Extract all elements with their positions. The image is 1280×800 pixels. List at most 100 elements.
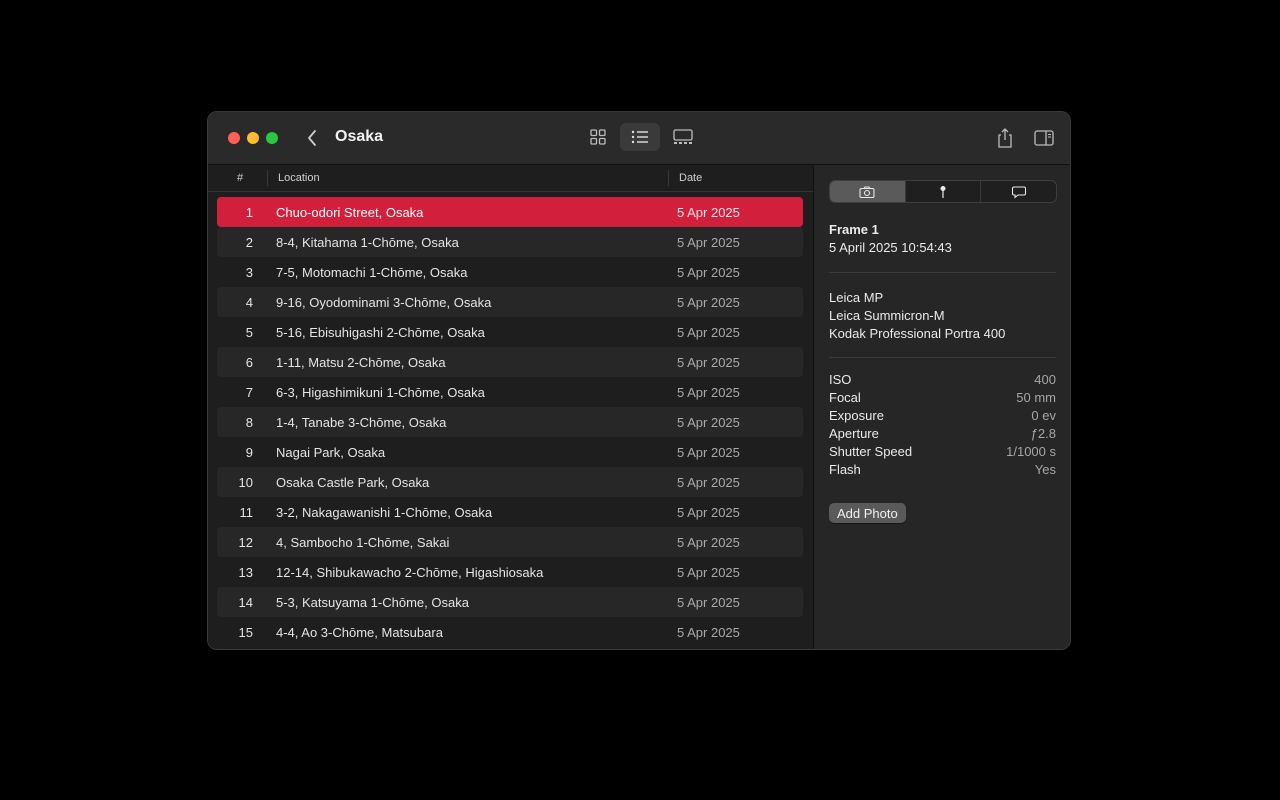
- list-rows: 1 Chuo-odori Street, Osaka 5 Apr 2025 2 8-4,…: [217, 197, 803, 647]
- table-row[interactable]: 9 Nagai Park, Osaka 5 Apr 2025: [217, 437, 803, 467]
- table-row[interactable]: 12 4, Sambocho 1-Chōme, Sakai 5 Apr 2025: [217, 527, 803, 557]
- column-header-number[interactable]: #: [237, 172, 243, 184]
- table-row[interactable]: 2 8-4, Kitahama 1-Chōme, Osaka 5 Apr 2025: [217, 227, 803, 257]
- row-date: 5 Apr 2025: [677, 505, 740, 520]
- list-view-button[interactable]: [620, 123, 660, 151]
- table-row[interactable]: 11 3-2, Nakagawanishi 1-Chōme, Osaka 5 Apr…: [217, 497, 803, 527]
- exif-value: 1/1000 s: [1006, 444, 1056, 459]
- row-number: 1: [245, 205, 253, 220]
- exif-key: Focal: [829, 390, 861, 405]
- row-location: 6-3, Higashimikuni 1-Chōme, Osaka: [276, 385, 485, 400]
- row-date: 5 Apr 2025: [677, 265, 740, 280]
- row-date: 5 Apr 2025: [677, 205, 740, 220]
- grid-icon: [590, 129, 606, 145]
- row-location: 1-4, Tanabe 3-Chōme, Osaka: [276, 415, 447, 430]
- window-title: Osaka: [335, 128, 384, 145]
- exif-value: ƒ2.8: [1030, 426, 1056, 441]
- row-number: 2: [245, 235, 253, 250]
- column-header-location[interactable]: Location: [278, 172, 320, 184]
- gallery-icon: [673, 129, 693, 144]
- pin-icon: [940, 185, 946, 198]
- exif-key: Exposure: [829, 408, 884, 423]
- minimize-button[interactable]: [247, 132, 259, 144]
- row-date: 5 Apr 2025: [677, 565, 740, 580]
- column-header-date[interactable]: Date: [679, 172, 702, 184]
- row-location: 5-16, Ebisuhigashi 2-Chōme, Osaka: [276, 325, 485, 340]
- gallery-view-button[interactable]: [663, 123, 703, 151]
- chevron-left-icon: [308, 130, 316, 146]
- row-location: Osaka Castle Park, Osaka: [276, 475, 430, 490]
- exif-row: Exposure 0 ev: [829, 408, 1056, 426]
- row-number: 14: [238, 595, 253, 610]
- column-separator[interactable]: [267, 170, 268, 186]
- row-location: 9-16, Oyodominami 3-Chōme, Osaka: [276, 295, 492, 310]
- add-photo-button[interactable]: Add Photo: [829, 503, 906, 523]
- row-number: 5: [245, 325, 253, 340]
- row-location: 4-4, Ao 3-Chōme, Matsubara: [276, 625, 443, 640]
- exif-key: Flash: [829, 462, 861, 477]
- exif-key: Shutter Speed: [829, 444, 913, 459]
- toggle-inspector-button[interactable]: [1031, 125, 1057, 151]
- exif-row: Flash Yes: [829, 462, 1056, 480]
- row-number: 7: [245, 385, 253, 400]
- row-number: 11: [239, 505, 254, 520]
- table-row[interactable]: 6 1-11, Matsu 2-Chōme, Osaka 5 Apr 2025: [217, 347, 803, 377]
- row-number: 9: [245, 445, 253, 460]
- frame-date: 5 April 2025 10:54:43: [829, 240, 952, 255]
- row-location: 12-14, Shibukawacho 2-Chōme, Higashiosak…: [276, 565, 544, 580]
- close-button[interactable]: [228, 132, 240, 144]
- list-header: # Location Date: [208, 165, 813, 192]
- row-date: 5 Apr 2025: [677, 355, 740, 370]
- row-date: 5 Apr 2025: [677, 475, 740, 490]
- row-location: 5-3, Katsuyama 1-Chōme, Osaka: [276, 595, 469, 610]
- speech-bubble-icon: [1011, 185, 1026, 199]
- table-row[interactable]: 13 12-14, Shibukawacho 2-Chōme, Higashios…: [217, 557, 803, 587]
- back-button[interactable]: [304, 127, 322, 149]
- exif-key: ISO: [829, 372, 852, 387]
- exif-value: 50 mm: [1016, 390, 1056, 405]
- row-number: 8: [245, 415, 253, 430]
- exif-value: Yes: [1034, 462, 1056, 477]
- table-row[interactable]: 1 Chuo-odori Street, Osaka 5 Apr 2025: [217, 197, 803, 227]
- table-row[interactable]: 3 7-5, Motomachi 1-Chōme, Osaka 5 Apr 2025: [217, 257, 803, 287]
- row-location: 8-4, Kitahama 1-Chōme, Osaka: [276, 235, 459, 250]
- row-number: 3: [245, 265, 253, 280]
- grid-view-button[interactable]: [578, 123, 618, 151]
- row-location: 3-2, Nakagawanishi 1-Chōme, Osaka: [276, 505, 493, 520]
- table-row[interactable]: 8 1-4, Tanabe 3-Chōme, Osaka 5 Apr 2025: [217, 407, 803, 437]
- exif-row: Aperture ƒ2.8: [829, 426, 1056, 444]
- exif-row: Shutter Speed 1/1000 s: [829, 444, 1056, 462]
- row-date: 5 Apr 2025: [677, 235, 740, 250]
- row-date: 5 Apr 2025: [677, 595, 740, 610]
- tab-camera[interactable]: [830, 181, 905, 202]
- app-window: Osaka # Location Date 1 Chuo-odori Stree…: [207, 111, 1071, 650]
- photo-list: # Location Date 1 Chuo-odori Street, Osak…: [208, 165, 814, 649]
- row-number: 6: [245, 355, 253, 370]
- row-date: 5 Apr 2025: [677, 385, 740, 400]
- inspector-panel: Frame 1 5 April 2025 10:54:43 Leica MP L…: [814, 165, 1070, 649]
- exif-row: Focal 50 mm: [829, 390, 1056, 408]
- row-date: 5 Apr 2025: [677, 415, 740, 430]
- row-date: 5 Apr 2025: [677, 535, 740, 550]
- share-button[interactable]: [992, 125, 1018, 151]
- frame-title: Frame 1: [829, 222, 879, 237]
- exif-row: ISO 400: [829, 372, 1056, 390]
- row-date: 5 Apr 2025: [677, 445, 740, 460]
- table-row[interactable]: 5 5-16, Ebisuhigashi 2-Chōme, Osaka 5 Apr …: [217, 317, 803, 347]
- exif-key: Aperture: [829, 426, 879, 441]
- table-row[interactable]: 14 5-3, Katsuyama 1-Chōme, Osaka 5 Apr 202…: [217, 587, 803, 617]
- inspector-tabs: [829, 180, 1057, 203]
- maximize-button[interactable]: [266, 132, 278, 144]
- table-row[interactable]: 15 4-4, Ao 3-Chōme, Matsubara 5 Apr 2025: [217, 617, 803, 647]
- column-separator[interactable]: [668, 170, 669, 186]
- exif-value: 400: [1034, 372, 1056, 387]
- row-number: 4: [245, 295, 253, 310]
- camera-name: Leica MP: [829, 290, 884, 305]
- table-row[interactable]: 10 Osaka Castle Park, Osaka 5 Apr 2025: [217, 467, 803, 497]
- table-row[interactable]: 7 6-3, Higashimikuni 1-Chōme, Osaka 5 Apr …: [217, 377, 803, 407]
- divider: [829, 272, 1056, 273]
- tab-location[interactable]: [904, 181, 981, 202]
- table-row[interactable]: 4 9-16, Oyodominami 3-Chōme, Osaka 5 Apr 2…: [217, 287, 803, 317]
- tab-comment[interactable]: [980, 181, 1056, 202]
- row-date: 5 Apr 2025: [677, 625, 740, 640]
